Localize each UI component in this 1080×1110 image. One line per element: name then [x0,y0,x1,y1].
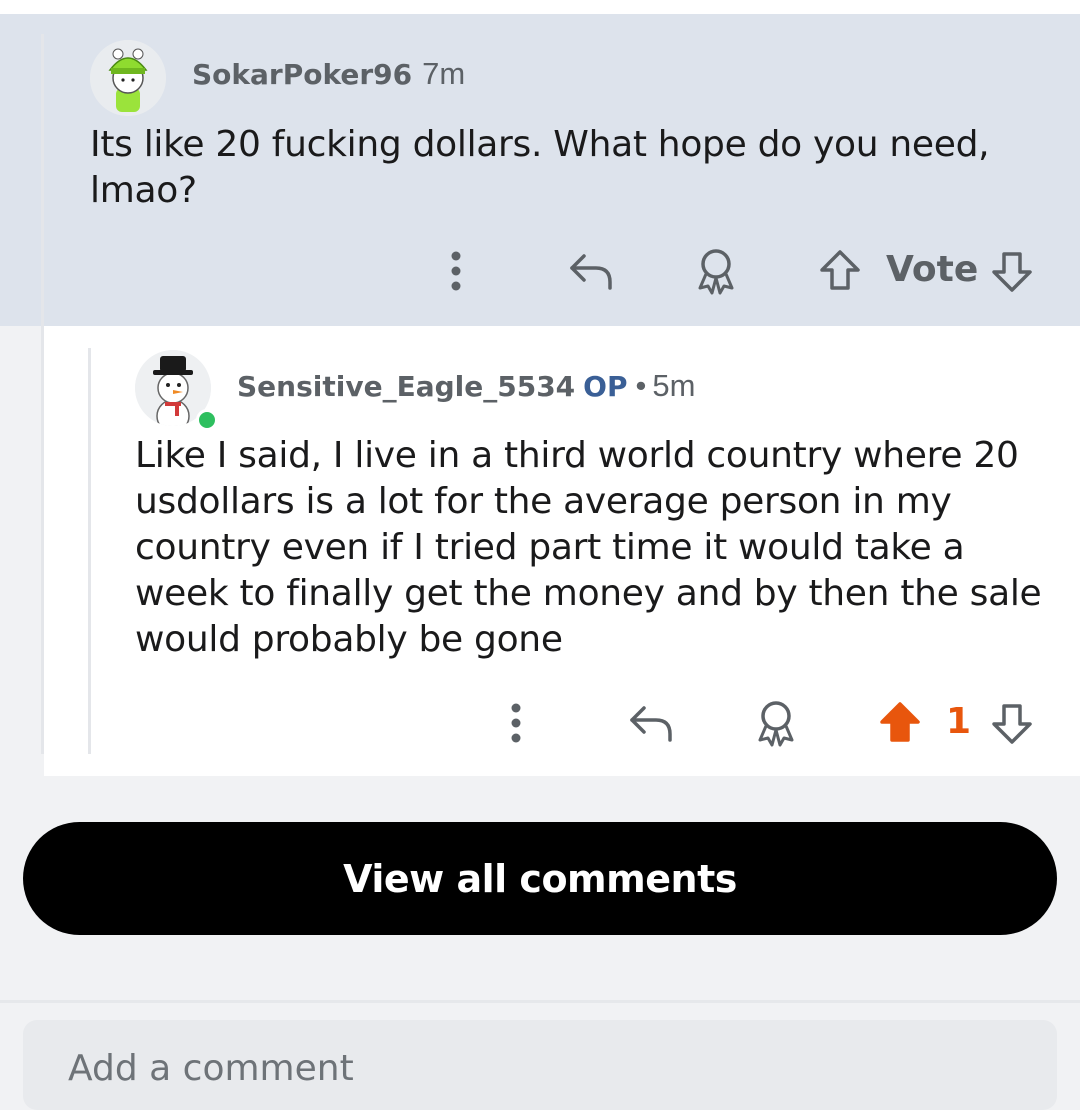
reply-icon[interactable] [566,248,616,294]
view-all-comments-button[interactable]: View all comments [23,822,1057,935]
timestamp: 7m [422,56,466,91]
online-status-icon [196,409,218,431]
reply-icon[interactable] [626,700,676,746]
award-icon[interactable] [694,246,738,296]
award-icon[interactable] [754,698,798,748]
divider [0,1000,1080,1003]
vote-label: Vote [886,249,979,290]
upvote-active-icon[interactable] [878,700,922,746]
more-options-icon[interactable] [441,248,471,294]
vote-count: 1 [946,701,972,742]
more-options-icon[interactable] [501,700,531,746]
comment-body: Its like 20 fucking dollars. What hope d… [90,124,990,211]
username[interactable]: Sensitive_Eagle_5534 [237,370,575,403]
comment-body: Like I said, I live in a third world cou… [135,435,1042,660]
add-comment-placeholder[interactable]: Add a comment [68,1048,354,1089]
meta-separator: • [635,368,647,403]
username[interactable]: SokarPoker96 [192,58,412,91]
comment-meta: SokarPoker96 7m [192,56,465,92]
comment-meta: Sensitive_Eagle_5534 OP • 5m [237,368,695,404]
green-hat-avatar-icon[interactable] [90,40,166,116]
downvote-icon[interactable] [990,700,1034,746]
op-badge: OP [583,370,628,403]
upvote-icon[interactable] [818,248,862,294]
thread-line[interactable] [88,348,91,754]
top-strip [0,0,1080,14]
downvote-icon[interactable] [990,248,1034,294]
timestamp: 5m [652,368,696,403]
